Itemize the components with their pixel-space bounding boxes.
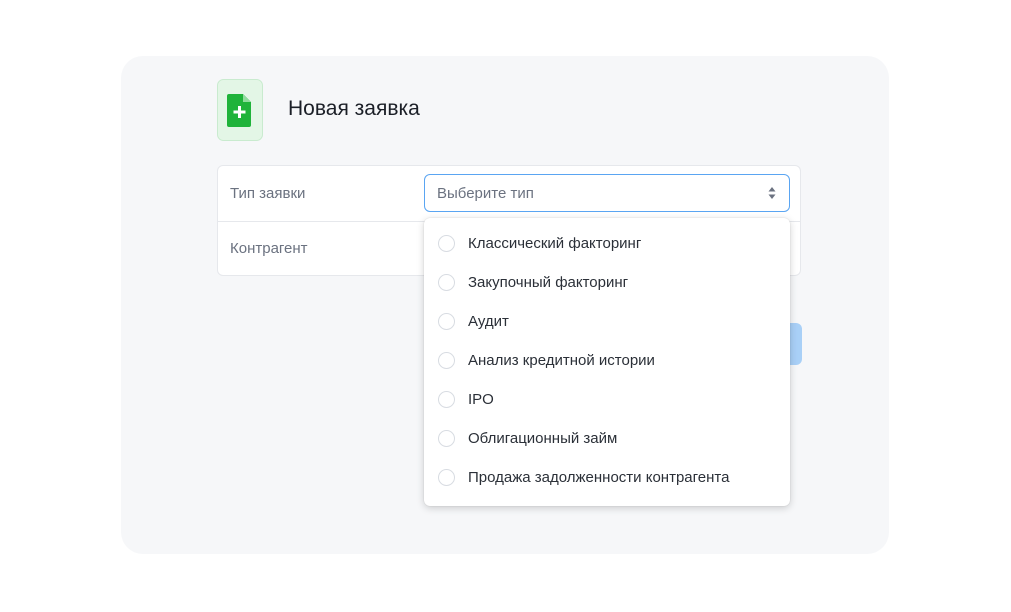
- request-type-label: Тип заявки: [230, 185, 306, 202]
- counterparty-label: Контрагент: [230, 240, 308, 257]
- option-label: Облигационный займ: [468, 430, 618, 447]
- radio-button[interactable]: [438, 274, 455, 291]
- option-classic-factoring[interactable]: Классический факторинг: [424, 225, 790, 264]
- option-bond-loan[interactable]: Облигационный займ: [424, 420, 790, 459]
- radio-button[interactable]: [438, 391, 455, 408]
- option-label: Продажа задолженности контрагента: [468, 469, 730, 486]
- sort-arrows-icon: [768, 187, 776, 199]
- option-ipo[interactable]: IPO: [424, 381, 790, 420]
- radio-button[interactable]: [438, 313, 455, 330]
- radio-button[interactable]: [438, 430, 455, 447]
- option-credit-history[interactable]: Анализ кредитной истории: [424, 342, 790, 381]
- option-label: Анализ кредитной истории: [468, 352, 655, 369]
- option-label: Аудит: [468, 313, 509, 330]
- request-type-placeholder: Выберите тип: [437, 185, 534, 202]
- option-debt-sale[interactable]: Продажа задолженности контрагента: [424, 459, 790, 498]
- radio-button[interactable]: [438, 235, 455, 252]
- page-title: Новая заявка: [288, 97, 420, 120]
- request-type-select[interactable]: Выберите тип: [424, 174, 790, 212]
- radio-button[interactable]: [438, 352, 455, 369]
- radio-button[interactable]: [438, 469, 455, 486]
- file-plus-icon: [217, 79, 263, 141]
- option-label: IPO: [468, 391, 494, 408]
- option-purchase-factoring[interactable]: Закупочный факторинг: [424, 264, 790, 303]
- option-label: Закупочный факторинг: [468, 274, 629, 291]
- option-label: Классический факторинг: [468, 235, 642, 252]
- option-audit[interactable]: Аудит: [424, 303, 790, 342]
- request-type-dropdown: Классический факторинг Закупочный фактор…: [424, 218, 790, 506]
